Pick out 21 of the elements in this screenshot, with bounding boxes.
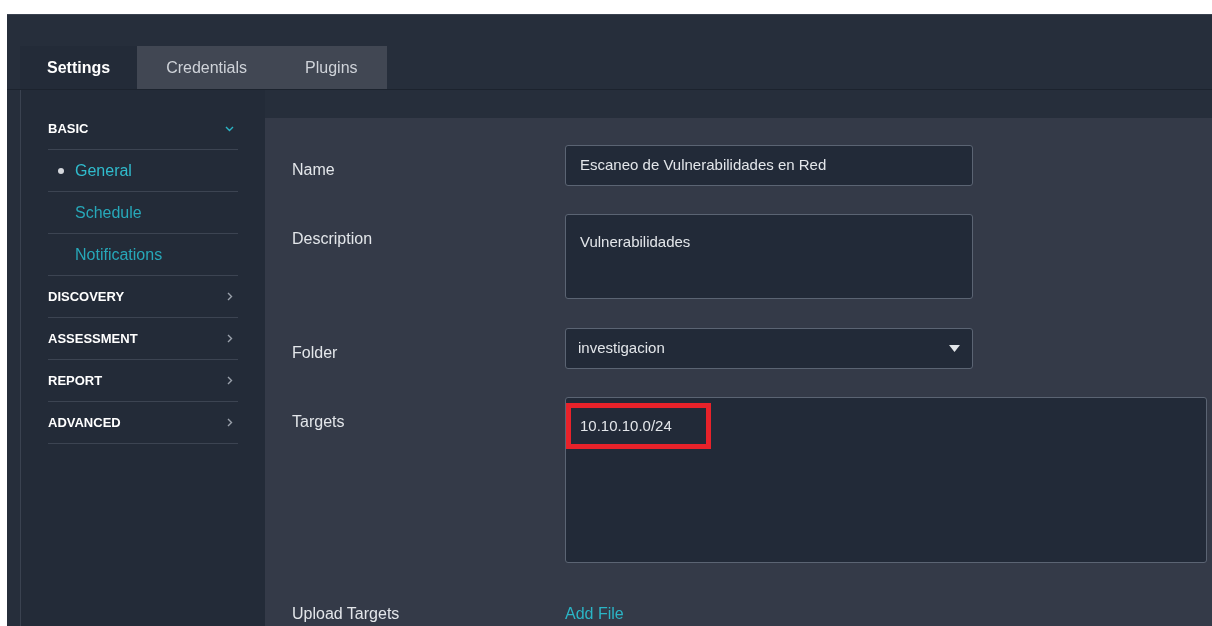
field-label: Name bbox=[292, 160, 336, 180]
sidebar-section[interactable]: ASSESSMENT bbox=[48, 318, 238, 360]
tab[interactable]: Plugins bbox=[276, 46, 387, 89]
add-file-link[interactable]: Add File bbox=[565, 602, 624, 626]
field-label: Description bbox=[292, 229, 374, 249]
sidebar-section[interactable]: REPORT bbox=[48, 360, 238, 402]
field-label: Upload Targets bbox=[292, 604, 401, 624]
sidebar-item[interactable]: Schedule bbox=[58, 200, 142, 225]
sidebar-item[interactable]: General bbox=[58, 158, 132, 183]
name-field[interactable]: Escaneo de Vulnerabilidades en Red bbox=[565, 145, 973, 186]
caret-icon bbox=[949, 345, 960, 352]
field-label: Targets bbox=[292, 412, 346, 432]
sidebar-section[interactable]: ADVANCED bbox=[48, 402, 238, 444]
folder-dropdown[interactable]: investigacion bbox=[565, 328, 973, 369]
description-field[interactable]: Vulnerabilidades bbox=[565, 214, 973, 299]
field-label: Folder bbox=[292, 343, 339, 363]
sidebar-item[interactable]: Notifications bbox=[58, 242, 163, 267]
sidebar-section[interactable]: DISCOVERY bbox=[48, 276, 238, 318]
tab[interactable]: Credentials bbox=[137, 46, 277, 89]
targets-field[interactable]: 10.10.10.0/24 bbox=[565, 397, 1207, 563]
sidebar-section[interactable]: BASIC bbox=[48, 108, 238, 150]
